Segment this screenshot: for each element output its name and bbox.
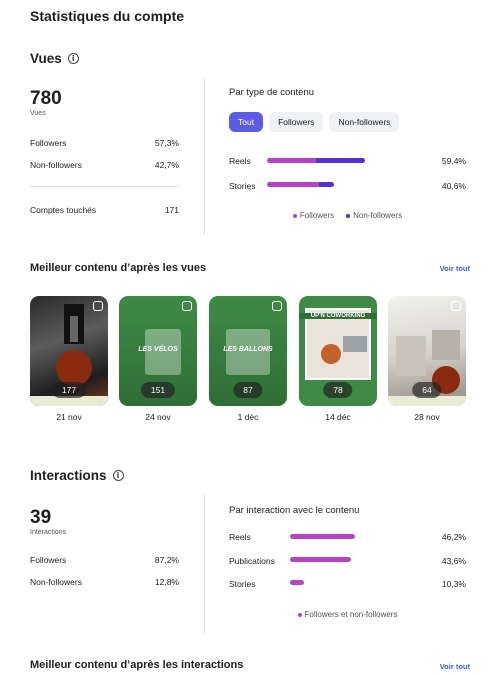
views-reach-value: 171: [164, 205, 179, 215]
interactions-total-label: Interactions: [30, 529, 67, 536]
views-stories-nonfollowers-segment: [319, 182, 334, 187]
interactions-publications-label: Publications: [229, 556, 275, 566]
views-by-type-title: Par type de contenu: [229, 87, 315, 98]
views-reels-label: Reels: [229, 156, 251, 166]
interactions-by-type-title: Par interaction avec le contenu: [229, 505, 360, 516]
legend-followers-nonfollowers: Followers et non-followers: [297, 610, 397, 619]
views-reach-label: Comptes touchés: [30, 205, 97, 215]
best-interactions-title: Meilleur contenu d’après les interaction…: [30, 659, 244, 671]
views-stories-value: 40,6%: [441, 181, 466, 191]
interactions-section-title: Interactions i: [30, 468, 124, 483]
views-section-title: Vues i: [30, 51, 79, 66]
interactions-legend: Followers et non-followers: [229, 610, 466, 619]
thumbnail-3-date: 1 déc: [237, 412, 259, 422]
thumbnail-3-label: LES BALLONS: [223, 346, 273, 353]
interactions-publications-value: 43,6%: [441, 556, 466, 566]
views-nonfollowers-row: Non-followers 42,7%: [30, 160, 179, 170]
best-views-title: Meilleur contenu d’après les vues: [30, 262, 207, 274]
reel-icon: [272, 301, 282, 311]
thumbnail-4-label: UP'N COWORKING: [299, 313, 377, 319]
thumbnail-5-count: 64: [412, 382, 442, 398]
views-total: 780: [30, 88, 62, 109]
interactions-nonfollowers-value: 12,8%: [154, 577, 179, 587]
thumbnail-3-count: 87: [233, 382, 263, 398]
interactions-followers-row: Followers 87,2%: [30, 555, 179, 565]
interactions-nonfollowers-label: Non-followers: [30, 577, 82, 587]
reel-icon: [93, 301, 103, 311]
thumbnail-1-date: 21 nov: [56, 412, 82, 422]
views-filter-tabs: Tout Followers Non-followers: [229, 112, 400, 132]
thumbnail-2-count: 151: [140, 382, 176, 398]
interactions-stories-value: 10,3%: [441, 579, 466, 589]
views-stories-followers-segment: [267, 182, 320, 187]
views-followers-label: Followers: [30, 138, 67, 148]
views-reels-followers-segment: [267, 158, 316, 163]
views-total-label: Vues: [30, 110, 46, 117]
interactions-vertical-divider: [204, 494, 205, 634]
views-followers-value: 57,3%: [154, 138, 179, 148]
interactions-reels-label: Reels: [229, 532, 251, 542]
reel-icon: [451, 301, 461, 311]
views-vertical-divider: [204, 78, 205, 235]
content-thumbnail-4[interactable]: UP'N COWORKING 78: [299, 296, 377, 406]
views-nonfollowers-label: Non-followers: [30, 160, 82, 170]
thumbnail-5-date: 28 nov: [414, 412, 440, 422]
interactions-title: Interactions: [30, 468, 107, 483]
views-title: Vues: [30, 51, 62, 66]
views-divider: [30, 186, 179, 187]
thumbnail-2-label: LES VÉLOS: [138, 346, 178, 353]
interactions-reels-value: 46,2%: [441, 532, 466, 542]
interactions-stories-bar: [290, 580, 304, 585]
views-stories-bar: [267, 182, 334, 187]
views-reach-row: Comptes touchés 171: [30, 205, 179, 215]
views-reels-value: 59,4%: [441, 156, 466, 166]
content-thumbnail-3[interactable]: LES BALLONS 87: [209, 296, 287, 406]
views-reels-nonfollowers-segment: [316, 158, 365, 163]
page-title: Statistiques du compte: [30, 8, 185, 24]
filter-all-button[interactable]: Tout: [229, 112, 264, 132]
info-icon[interactable]: i: [67, 53, 79, 64]
views-followers-row: Followers 57,3%: [30, 138, 179, 148]
views-reels-bar: [267, 158, 365, 163]
interactions-followers-label: Followers: [30, 555, 67, 565]
filter-followers-button[interactable]: Followers: [269, 112, 324, 132]
filter-nonfollowers-button[interactable]: Non-followers: [329, 112, 400, 132]
thumbnail-1-count: 177: [51, 382, 87, 398]
best-interactions-see-all-link[interactable]: Voir tout: [440, 662, 470, 671]
info-icon[interactable]: i: [112, 470, 124, 481]
best-views-see-all-link[interactable]: Voir tout: [440, 264, 470, 273]
legend-followers: Followers: [292, 211, 334, 220]
content-thumbnail-1[interactable]: 177: [30, 296, 108, 406]
views-legend: Followers Non-followers: [229, 211, 466, 220]
interactions-followers-value: 87,2%: [154, 555, 179, 565]
thumbnail-2-date: 24 nov: [145, 412, 171, 422]
legend-nonfollowers: Non-followers: [346, 211, 402, 220]
reel-icon: [182, 301, 192, 311]
content-thumbnail-5[interactable]: 64: [388, 296, 466, 406]
interactions-total: 39: [30, 507, 52, 528]
thumbnail-4-date: 14 déc: [325, 412, 351, 422]
views-nonfollowers-value: 42,7%: [154, 160, 179, 170]
thumbnail-4-count: 78: [323, 382, 353, 398]
interactions-stories-label: Stories: [229, 579, 256, 589]
interactions-publications-bar: [290, 557, 351, 562]
content-thumbnail-2[interactable]: LES VÉLOS 151: [119, 296, 197, 406]
interactions-reels-bar: [290, 534, 355, 539]
interactions-nonfollowers-row: Non-followers 12,8%: [30, 577, 179, 587]
views-stories-label: Stories: [229, 181, 256, 191]
